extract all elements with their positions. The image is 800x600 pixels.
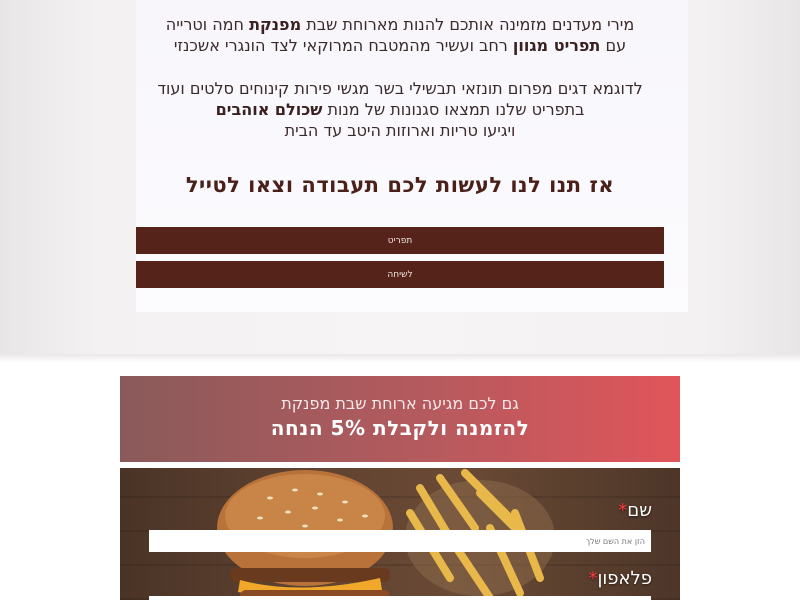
promo-subtitle: גם לכם מגיעה ארוחת שבת מפנקת <box>281 394 519 413</box>
intro-text: בתפריט שלנו תמצאו סגנונות של מנות <box>322 100 585 119</box>
intro-text: ויגיעו טריות וארוזות היטב עד הבית <box>284 121 516 140</box>
intro-highlight: מפנקת <box>249 15 302 34</box>
section-divider <box>0 354 800 362</box>
intro-text: מירי מעדנים מזמינה אותכם להנות מארוחת שב… <box>301 15 635 34</box>
phone-label-text: פלאפון <box>597 568 652 589</box>
menu-button[interactable]: תפריט <box>136 227 664 254</box>
contact-button[interactable]: לשיחה <box>136 261 664 288</box>
intro-paragraph-2: לדוגמא דגים מפרום תונזאי תבשילי בשר מגשי… <box>0 78 800 141</box>
intro-highlight: תפריט מגוון <box>512 36 601 55</box>
name-label: שם* <box>618 500 652 521</box>
name-input[interactable] <box>149 530 651 552</box>
intro-text: לדוגמא דגים מפרום תונזאי תבשילי בשר מגשי… <box>157 79 643 98</box>
phone-input[interactable] <box>149 596 651 600</box>
name-label-text: שם <box>627 500 652 521</box>
phone-label: פלאפון* <box>588 568 652 589</box>
page-headline: אז תנו לנו לעשות לכם תעבודה וצאו לטייל <box>185 173 615 197</box>
intro-text: רחב ועשיר מהמטבח המרוקאי לצד הונגרי אשכנ… <box>173 36 513 55</box>
required-mark: * <box>618 500 628 521</box>
intro-highlight: שכולם אוהבים <box>215 100 323 119</box>
intro-text: עם <box>600 36 627 55</box>
promo-banner: גם לכם מגיעה ארוחת שבת מפנקת להזמנה ולקב… <box>120 376 680 462</box>
promo-title: להזמנה ולקבלת 5% הנחה <box>270 416 530 440</box>
intro-paragraph-1: מירי מעדנים מזמינה אותכם להנות מארוחת שב… <box>0 14 800 56</box>
intro-text: חמה וטרייה <box>165 15 250 34</box>
order-form: שם* פלאפון* <box>120 468 680 600</box>
